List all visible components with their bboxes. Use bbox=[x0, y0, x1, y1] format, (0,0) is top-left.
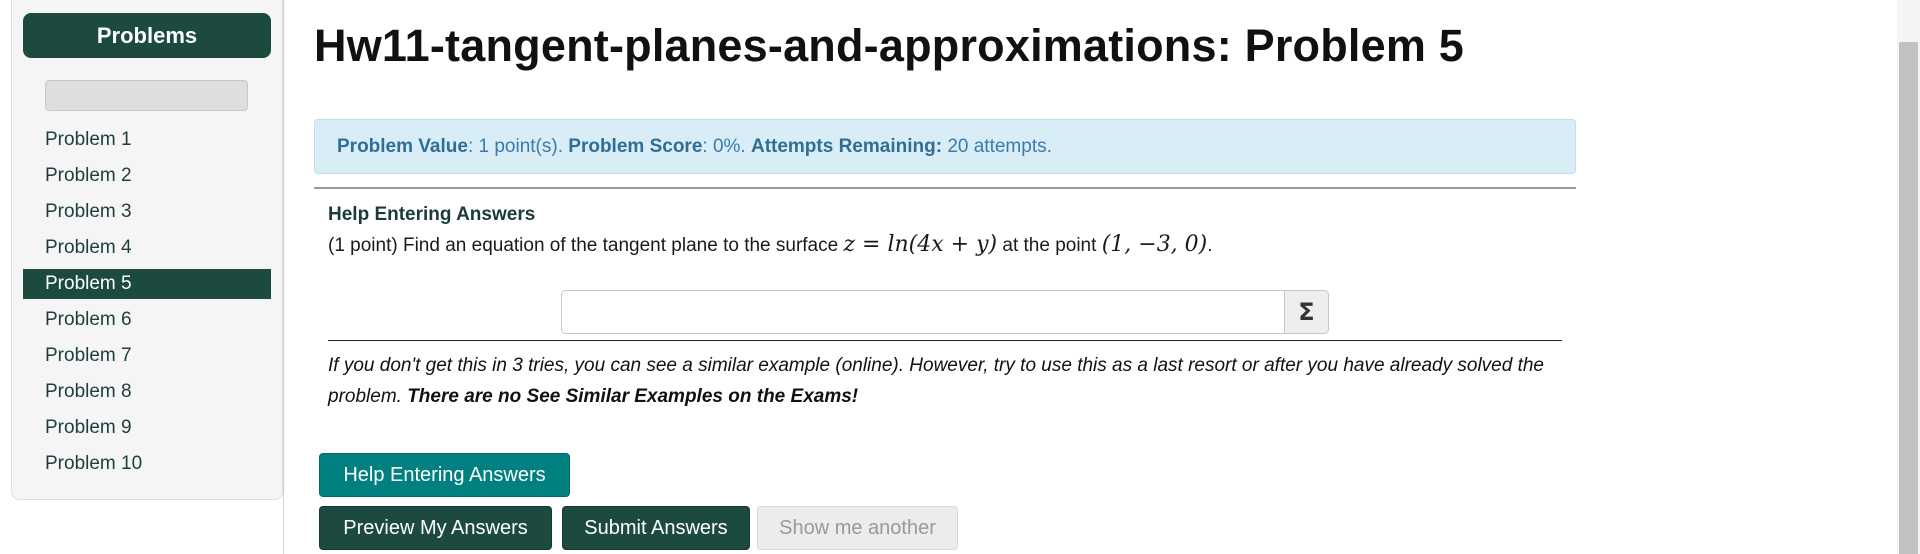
similar-example-note: If you don't get this in 3 tries, you ca… bbox=[328, 350, 1562, 412]
sidebar-item-problem-1[interactable]: Problem 1 bbox=[23, 125, 271, 155]
sidebar-item-problem-9[interactable]: Problem 9 bbox=[23, 413, 271, 443]
sidebar-item-problem-7[interactable]: Problem 7 bbox=[23, 341, 271, 371]
sidebar-title: Problems bbox=[23, 13, 271, 58]
problem-score-label: Problem Score bbox=[568, 136, 703, 157]
sidebar-item-problem-5[interactable]: Problem 5 bbox=[23, 269, 271, 299]
show-me-another-button: Show me another bbox=[757, 506, 958, 550]
sidebar-item-problem-8[interactable]: Problem 8 bbox=[23, 377, 271, 407]
page-title: Hw11-tangent-planes-and-approximations: … bbox=[314, 20, 1464, 71]
answer-group: Σ bbox=[561, 290, 1329, 334]
help-entering-answers-button[interactable]: Help Entering Answers bbox=[319, 453, 570, 497]
preview-answers-button[interactable]: Preview My Answers bbox=[319, 506, 552, 550]
problem-score-text: : 0%. bbox=[702, 136, 751, 157]
problem-value-label: Problem Value bbox=[337, 136, 468, 157]
sidebar-item-problem-6[interactable]: Problem 6 bbox=[23, 305, 271, 335]
attempts-remaining-label: Attempts Remaining: bbox=[750, 136, 943, 157]
score-info-box: Problem Value: 1 point(s). Problem Score… bbox=[314, 119, 1576, 174]
sidebar-item-problem-4[interactable]: Problem 4 bbox=[23, 233, 271, 263]
sidebar-problem-list: Problem 1 Problem 2 Problem 3 Problem 4 … bbox=[23, 125, 271, 485]
problem-middle: at the point bbox=[997, 235, 1102, 256]
sidebar-item-problem-10[interactable]: Problem 10 bbox=[23, 449, 271, 479]
submit-answers-button[interactable]: Submit Answers bbox=[562, 506, 750, 550]
sidebar-item-problem-2[interactable]: Problem 2 bbox=[23, 161, 271, 191]
help-entering-answers-heading[interactable]: Help Entering Answers bbox=[328, 200, 1562, 230]
problem-top-rule bbox=[314, 187, 1576, 189]
problem-prefix: (1 point) Find an equation of the tangen… bbox=[328, 235, 844, 256]
column-divider bbox=[283, 0, 284, 554]
problem-value-text: : 1 point(s). bbox=[467, 136, 569, 157]
problems-sidebar: Problems Problem 1 Problem 2 Problem 3 P… bbox=[11, 0, 283, 500]
problem-statement: (1 point) Find an equation of the tangen… bbox=[328, 230, 1562, 261]
attempts-remaining-text: 20 attempts. bbox=[942, 136, 1052, 157]
sidebar-item-problem-3[interactable]: Problem 3 bbox=[23, 197, 271, 227]
answer-bottom-rule bbox=[328, 340, 1562, 341]
answer-input[interactable] bbox=[561, 290, 1285, 334]
equation-editor-sigma-icon[interactable]: Σ bbox=[1284, 290, 1329, 334]
surface-equation: z = ln(4x + y) bbox=[843, 232, 998, 257]
tangent-point: (1, −3, 0) bbox=[1101, 232, 1208, 257]
note-bold-text: There are no See Similar Examples on the… bbox=[407, 386, 859, 407]
problem-suffix: . bbox=[1207, 235, 1213, 256]
problem-body: Help Entering Answers (1 point) Find an … bbox=[328, 200, 1562, 261]
sidebar-search-box[interactable] bbox=[45, 80, 248, 111]
page-scrollbar-thumb[interactable] bbox=[1899, 42, 1918, 554]
